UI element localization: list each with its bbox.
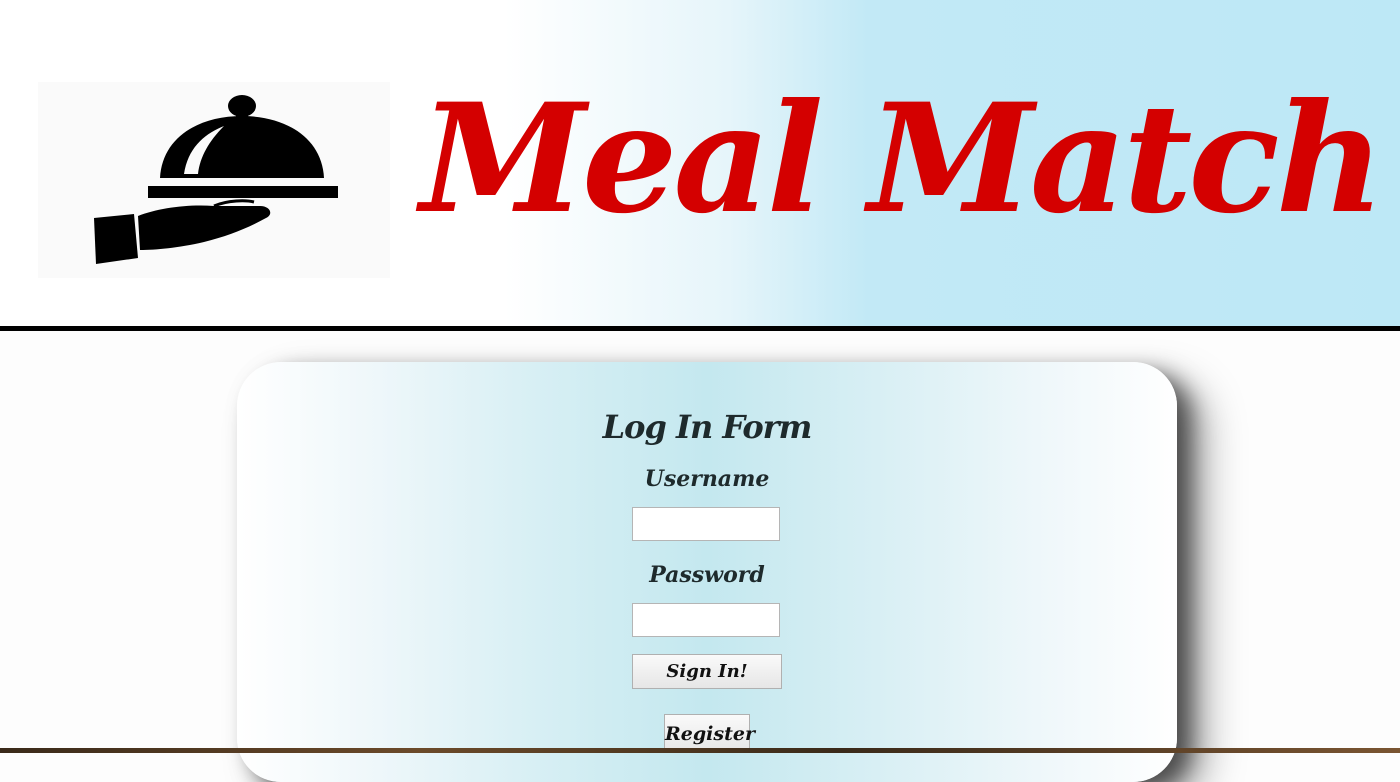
serving-cloche-hand-icon bbox=[94, 95, 338, 264]
password-label: Password bbox=[649, 562, 765, 588]
sign-in-button[interactable]: Sign In! bbox=[632, 654, 782, 689]
password-input[interactable] bbox=[632, 603, 780, 637]
site-header: Meal Match bbox=[0, 0, 1400, 326]
logo bbox=[38, 82, 390, 278]
page-background-strip bbox=[0, 748, 1400, 753]
form-title: Log In Form bbox=[602, 408, 813, 446]
header-divider bbox=[0, 326, 1400, 331]
username-label: Username bbox=[644, 466, 770, 492]
username-input[interactable] bbox=[632, 507, 780, 541]
brand-title: Meal Match bbox=[420, 71, 1385, 247]
